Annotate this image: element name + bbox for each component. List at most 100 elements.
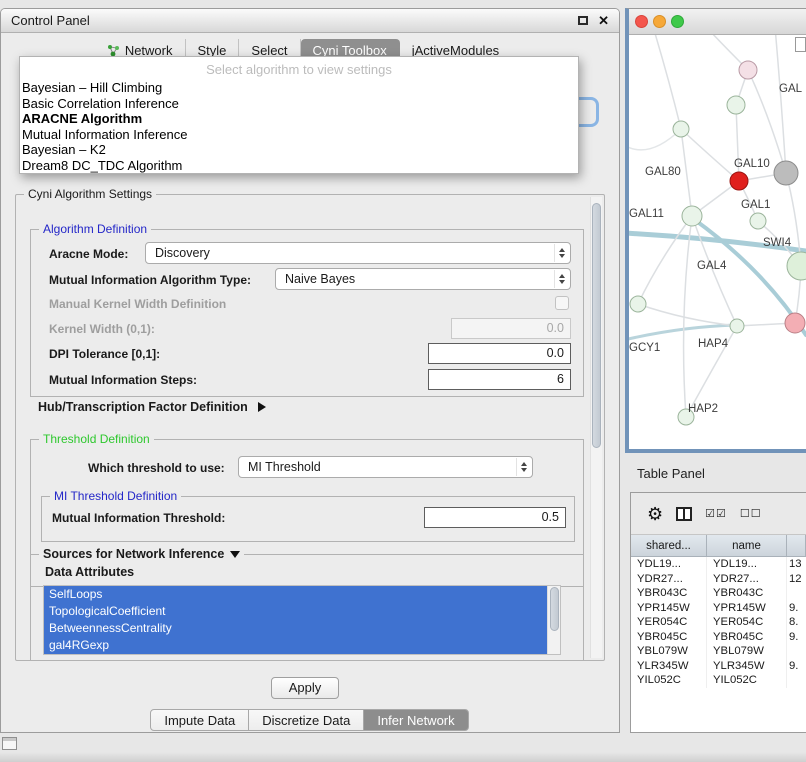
algorithm-option[interactable]: ARACNE Algorithm bbox=[20, 111, 578, 127]
table-cell: YLR345W bbox=[631, 659, 707, 674]
network-node[interactable] bbox=[673, 121, 689, 137]
zoom-traffic-light[interactable] bbox=[671, 15, 684, 28]
attribute-list-item[interactable]: TopologicalCoefficient bbox=[44, 603, 547, 620]
kernel-width-label: Kernel Width (0,1): bbox=[49, 322, 155, 336]
network-canvas[interactable]: GALGAL80GAL10GAL11GAL1SWI4GAL4GCY1HAP4HA… bbox=[629, 35, 806, 449]
chevron-down-icon bbox=[230, 551, 240, 558]
minimize-traffic-light[interactable] bbox=[653, 15, 666, 28]
algorithm-option[interactable]: Mutual Information Inference bbox=[20, 127, 578, 143]
close-icon[interactable]: ✕ bbox=[598, 13, 609, 29]
algorithm-definition-title: Algorithm Definition bbox=[39, 222, 151, 236]
apply-button[interactable]: Apply bbox=[271, 677, 339, 699]
attribute-list-item[interactable]: BetweennessCentrality bbox=[44, 620, 547, 637]
table-row[interactable]: YIL052CYIL052C bbox=[631, 673, 806, 688]
hub-definition-label: Hub/Transcription Factor Definition bbox=[38, 400, 248, 414]
data-attributes-label: Data Attributes bbox=[45, 565, 134, 579]
algorithm-select-popup: Select algorithm to view settings Bayesi… bbox=[19, 56, 579, 174]
network-edge bbox=[775, 35, 786, 173]
column-header-extra[interactable] bbox=[787, 535, 806, 556]
network-node[interactable] bbox=[630, 296, 646, 312]
network-edge bbox=[638, 304, 737, 326]
network-node[interactable] bbox=[787, 252, 806, 280]
float-panel-icon[interactable] bbox=[578, 16, 588, 25]
mi-steps-field[interactable]: 6 bbox=[428, 369, 571, 390]
column-header-shared-name[interactable]: shared... bbox=[631, 535, 707, 556]
hub-definition-toggle[interactable]: Hub/Transcription Factor Definition bbox=[38, 400, 266, 414]
table-row[interactable]: YLR345WYLR345W9. bbox=[631, 659, 806, 674]
node-label: GAL11 bbox=[629, 208, 664, 220]
algorithm-option[interactable]: Dream8 DC_TDC Algorithm bbox=[20, 158, 578, 174]
sources-group: Sources for Network Inference Data Attri… bbox=[30, 554, 584, 660]
table-row[interactable]: YBR043CYBR043C bbox=[631, 586, 806, 601]
mi-threshold-field[interactable]: 0.5 bbox=[424, 507, 566, 528]
mi-algorithm-type-select[interactable]: Naive Bayes bbox=[275, 268, 571, 290]
table-header-row: shared... name bbox=[631, 535, 806, 557]
algorithm-option[interactable]: Basic Correlation Inference bbox=[20, 96, 578, 112]
scrollbar-thumb[interactable] bbox=[550, 587, 559, 631]
table-cell bbox=[787, 586, 806, 601]
network-node[interactable] bbox=[682, 206, 702, 226]
network-edge bbox=[638, 216, 692, 304]
network-node[interactable] bbox=[739, 61, 757, 79]
sources-toggle[interactable]: Sources for Network Inference bbox=[39, 547, 244, 561]
table-row[interactable]: YDL19...YDL19...13 bbox=[631, 557, 806, 572]
algorithm-definition-group: Algorithm Definition Aracne Mode: Discov… bbox=[30, 229, 584, 397]
table-cell: YER054C bbox=[707, 615, 787, 630]
birdseye-widget[interactable] bbox=[795, 37, 806, 52]
node-label: GAL80 bbox=[645, 166, 681, 178]
settings-scrollbar[interactable] bbox=[590, 197, 602, 658]
which-threshold-label: Which threshold to use: bbox=[88, 461, 225, 475]
gear-icon[interactable]: ⚙ bbox=[647, 505, 663, 523]
attributes-scrollbar[interactable] bbox=[547, 586, 560, 654]
tab-infer-network[interactable]: Infer Network bbox=[363, 709, 468, 731]
table-row[interactable]: YER054CYER054C8. bbox=[631, 615, 806, 630]
close-traffic-light[interactable] bbox=[635, 15, 648, 28]
column-header-name[interactable]: name bbox=[707, 535, 787, 556]
table-row[interactable]: YBL079WYBL079W bbox=[631, 644, 806, 659]
manual-kernel-width-label: Manual Kernel Width Definition bbox=[49, 297, 226, 311]
which-threshold-select[interactable]: MI Threshold bbox=[238, 456, 533, 478]
mi-steps-label: Mutual Information Steps: bbox=[49, 373, 197, 387]
aracne-mode-select[interactable]: Discovery bbox=[145, 242, 571, 264]
attribute-list-item[interactable]: SelfLoops bbox=[44, 586, 547, 603]
table-cell: YDR27... bbox=[631, 572, 707, 587]
chevron-right-icon bbox=[258, 402, 266, 412]
node-label: GAL10 bbox=[734, 158, 770, 170]
network-node[interactable] bbox=[727, 96, 745, 114]
table-cell: YBL079W bbox=[631, 644, 707, 659]
scrollbar-thumb[interactable] bbox=[592, 203, 601, 448]
table-cell: 9. bbox=[787, 601, 806, 616]
table-row[interactable]: YPR145WYPR145W9. bbox=[631, 601, 806, 616]
network-node[interactable] bbox=[730, 319, 744, 333]
table-cell: YIL052C bbox=[707, 673, 787, 688]
deselect-all-icon[interactable]: ☐☐ bbox=[740, 507, 762, 520]
algorithm-option[interactable]: Bayesian – Hill Climbing bbox=[20, 80, 578, 96]
control-panel-titlebar: Control Panel ✕ bbox=[1, 9, 619, 33]
network-node[interactable] bbox=[730, 172, 748, 190]
table-cell: YDL19... bbox=[707, 557, 787, 572]
attribute-list-item[interactable]: gal4RGexp bbox=[44, 637, 547, 654]
network-tab-icon bbox=[107, 44, 120, 57]
attribute-items: SelfLoopsTopologicalCoefficientBetweenne… bbox=[44, 586, 560, 654]
table-row[interactable]: YDR27...YDR27...12 bbox=[631, 572, 806, 587]
network-node[interactable] bbox=[785, 313, 805, 333]
kernel-width-field[interactable]: 0.0 bbox=[451, 318, 571, 339]
minimized-panel-icon[interactable] bbox=[2, 737, 17, 750]
table-row[interactable]: YBR045CYBR045C9. bbox=[631, 630, 806, 645]
algorithm-option[interactable]: Bayesian – K2 bbox=[20, 142, 578, 158]
tab-discretize-data[interactable]: Discretize Data bbox=[248, 709, 364, 731]
tab-impute-data[interactable]: Impute Data bbox=[150, 709, 249, 731]
table-body: YDL19...YDL19...13YDR27...YDR27...12YBR0… bbox=[631, 557, 806, 732]
columns-icon[interactable] bbox=[676, 507, 692, 521]
dpi-tolerance-field[interactable]: 0.0 bbox=[428, 343, 571, 364]
aracne-mode-label: Aracne Mode: bbox=[49, 247, 128, 261]
manual-kernel-width-checkbox[interactable] bbox=[555, 296, 569, 310]
table-cell: YPR145W bbox=[707, 601, 787, 616]
popup-placeholder: Select algorithm to view settings bbox=[20, 59, 578, 80]
popup-item-list: Bayesian – Hill ClimbingBasic Correlatio… bbox=[20, 80, 578, 173]
network-node[interactable] bbox=[750, 213, 766, 229]
combo-stepper-icon bbox=[554, 244, 569, 262]
select-all-icon[interactable]: ☑☑ bbox=[705, 507, 727, 520]
table-cell: YPR145W bbox=[631, 601, 707, 616]
network-node[interactable] bbox=[774, 161, 798, 185]
